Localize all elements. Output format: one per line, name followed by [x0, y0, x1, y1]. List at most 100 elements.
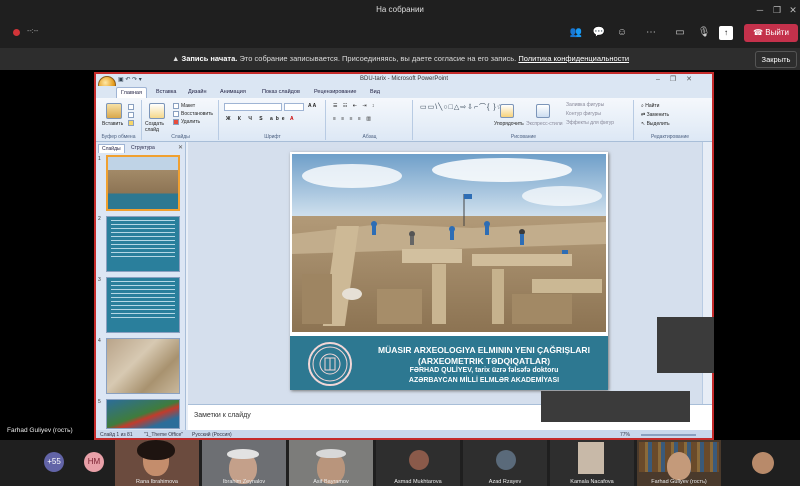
mic-icon[interactable]: 🎙 — [697, 26, 711, 40]
slide-editor[interactable]: MÜASIR ARXEOLOGIYA ELMININ YENI ÇAĞRIŞLA… — [188, 142, 712, 404]
slide-thumbnail-4[interactable] — [106, 338, 180, 394]
format-painter-icon[interactable] — [128, 120, 134, 126]
shape-fill-label[interactable]: Заливка фигуры — [566, 102, 604, 108]
people-icon[interactable]: 👥 — [569, 26, 583, 40]
participant-name: Kamala Nacafova — [570, 479, 614, 485]
arrange-icon[interactable] — [500, 104, 514, 118]
reset-icon[interactable] — [173, 111, 179, 117]
camera-icon[interactable]: ▭ — [673, 26, 687, 40]
participant-avatar[interactable] — [752, 452, 774, 474]
font-name-select[interactable] — [224, 103, 282, 111]
overflow-participants[interactable]: +55 — [44, 452, 64, 472]
participant-tile[interactable]: Farhad Guliyev (гость) — [637, 440, 721, 486]
group-label: Рисование — [510, 134, 537, 140]
tab-slides[interactable]: Слайды — [98, 144, 125, 153]
zoom-slider[interactable] — [641, 434, 696, 436]
reactions-icon[interactable]: ☺ — [615, 26, 629, 40]
powerpoint-window: BDU-tarix - Microsoft PowerPoint ▣ ↶ ↷ ▾… — [94, 72, 714, 440]
ppt-titlebar: BDU-tarix - Microsoft PowerPoint ▣ ↶ ↷ ▾… — [96, 74, 712, 86]
ribbon: Вставить Буфер обмена Создать слайд Маке… — [96, 98, 712, 142]
tab-outline[interactable]: Структура — [128, 144, 158, 153]
participant-hair — [316, 449, 346, 458]
close-banner-button[interactable]: Закрыть — [755, 51, 797, 68]
shapes-gallery[interactable]: ▭▭\╲○□△⇨⇩⌐⌒{ }☆ — [420, 102, 504, 112]
tab-slideshow[interactable]: Показ слайдов — [258, 87, 304, 98]
find-label: Найти — [645, 103, 660, 109]
list-buttons[interactable]: ☰ ☷ ⇤ ⇥ ↕ — [333, 103, 376, 109]
delete-label[interactable]: Удалить — [181, 119, 200, 125]
more-options-icon[interactable]: ⋯ — [644, 26, 658, 40]
minimize-icon[interactable]: ─ — [754, 4, 766, 16]
current-slide[interactable]: MÜASIR ARXEOLOGIYA ELMININ YENI ÇAĞRIŞLA… — [290, 152, 608, 390]
layout-icon[interactable] — [173, 103, 179, 109]
shape-effects-label[interactable]: Эффекты для фигур — [566, 120, 614, 126]
participant-tile[interactable]: Kamala Nacafova — [550, 440, 634, 486]
align-buttons[interactable]: ≡ ≡ ≡ ≡ ▥ — [333, 116, 373, 122]
select-button[interactable]: ↖ Выделить — [641, 121, 670, 127]
recording-indicator-icon — [13, 29, 20, 36]
participant-tile[interactable]: Rana Ibrahimova — [115, 440, 199, 486]
find-button[interactable]: ⌕ Найти — [641, 103, 659, 109]
tab-design[interactable]: Дизайн — [184, 87, 211, 98]
participant-avatar — [578, 442, 604, 474]
grow-font-icon[interactable]: A A — [308, 103, 316, 109]
window-title: На собрании — [376, 5, 424, 14]
maximize-icon[interactable]: ❐ — [771, 4, 783, 16]
group-label: Абзац — [362, 134, 377, 140]
share-tray-icon[interactable]: ↑ — [719, 26, 733, 40]
slide-thumbnail-2[interactable] — [106, 216, 180, 272]
replace-button[interactable]: ⇄ Заменить — [641, 112, 669, 118]
font-size-select[interactable] — [284, 103, 304, 111]
participant-hair — [137, 440, 175, 460]
tab-view[interactable]: Вид — [366, 87, 384, 98]
tab-review[interactable]: Рецензирование — [310, 87, 360, 98]
participant-tile[interactable]: Ibrahim Zeynalov — [202, 440, 286, 486]
quick-styles-icon[interactable] — [536, 104, 550, 118]
chat-icon[interactable]: 💬 — [592, 26, 606, 40]
participant-name: Farhad Guliyev (гость) — [651, 479, 707, 485]
arrange-label[interactable]: Упорядочить — [494, 121, 524, 127]
group-font: A A Ж К Ч S abe A Шрифт — [220, 100, 326, 140]
close-window-icon[interactable]: ✕ — [787, 4, 799, 16]
status-theme: "1_Theme Office" — [144, 432, 184, 438]
cut-icon[interactable] — [128, 104, 134, 110]
slide-number: 2 — [98, 216, 101, 222]
status-zoom[interactable]: 77% — [620, 432, 630, 438]
font-style-buttons[interactable]: Ж К Ч S abe — [226, 116, 288, 122]
shape-outline-label[interactable]: Контур фигуры — [566, 111, 601, 117]
quick-access-toolbar[interactable]: ▣ ↶ ↷ ▾ — [118, 76, 142, 83]
close-panel-icon[interactable]: ✕ — [178, 144, 183, 151]
presenter-name: Farhad Guliyev (гость) — [7, 427, 73, 434]
tab-animation[interactable]: Анимация — [216, 87, 250, 98]
layout-label[interactable]: Макет — [181, 103, 195, 109]
participant-tile[interactable]: Asif Bayramov — [289, 440, 373, 486]
phone-icon: ☎ — [753, 28, 766, 37]
delete-icon[interactable] — [173, 119, 179, 125]
participant-hair — [227, 449, 259, 459]
excavation-image — [292, 154, 606, 332]
copy-icon[interactable] — [128, 112, 134, 118]
participant-tile[interactable]: Asmad Mukhtarova — [376, 440, 460, 486]
slide-thumbnail-1[interactable] — [106, 155, 180, 211]
new-slide-label[interactable]: Создать слайд — [145, 121, 173, 133]
slide-thumbnail-3[interactable] — [106, 277, 180, 333]
participant-initials[interactable]: НМ — [84, 452, 104, 472]
group-editing: ⌕ Найти ⇄ Заменить ↖ Выделить Редактиров… — [635, 100, 705, 140]
tab-home[interactable]: Главная — [116, 87, 147, 98]
tab-insert[interactable]: Вставка — [152, 87, 180, 98]
status-language: Русский (Россия) — [192, 432, 232, 438]
privacy-link[interactable]: Политика конфиденциальности — [518, 54, 629, 63]
new-slide-icon[interactable] — [149, 103, 165, 119]
quick-styles-label[interactable]: Экспресс-стили — [526, 121, 563, 127]
replace-label: Заменить — [646, 112, 670, 118]
paste-icon[interactable] — [106, 103, 122, 119]
slide-institution: AZƏRBAYCAN MİLLİ ELMLƏR AKADEMİYASI — [408, 377, 560, 384]
paste-label[interactable]: Вставить — [102, 121, 123, 127]
reset-label[interactable]: Восстановить — [181, 111, 213, 117]
ppt-window-controls[interactable]: –❐✕ — [656, 75, 702, 83]
warning-icon: ▲ — [172, 54, 182, 63]
leave-button[interactable]: ☎ Выйти — [744, 24, 798, 42]
slide-thumbnail-5[interactable] — [106, 399, 180, 429]
participant-tile[interactable]: Azad Rzayev — [463, 440, 547, 486]
font-color-icon[interactable]: A — [290, 116, 294, 122]
